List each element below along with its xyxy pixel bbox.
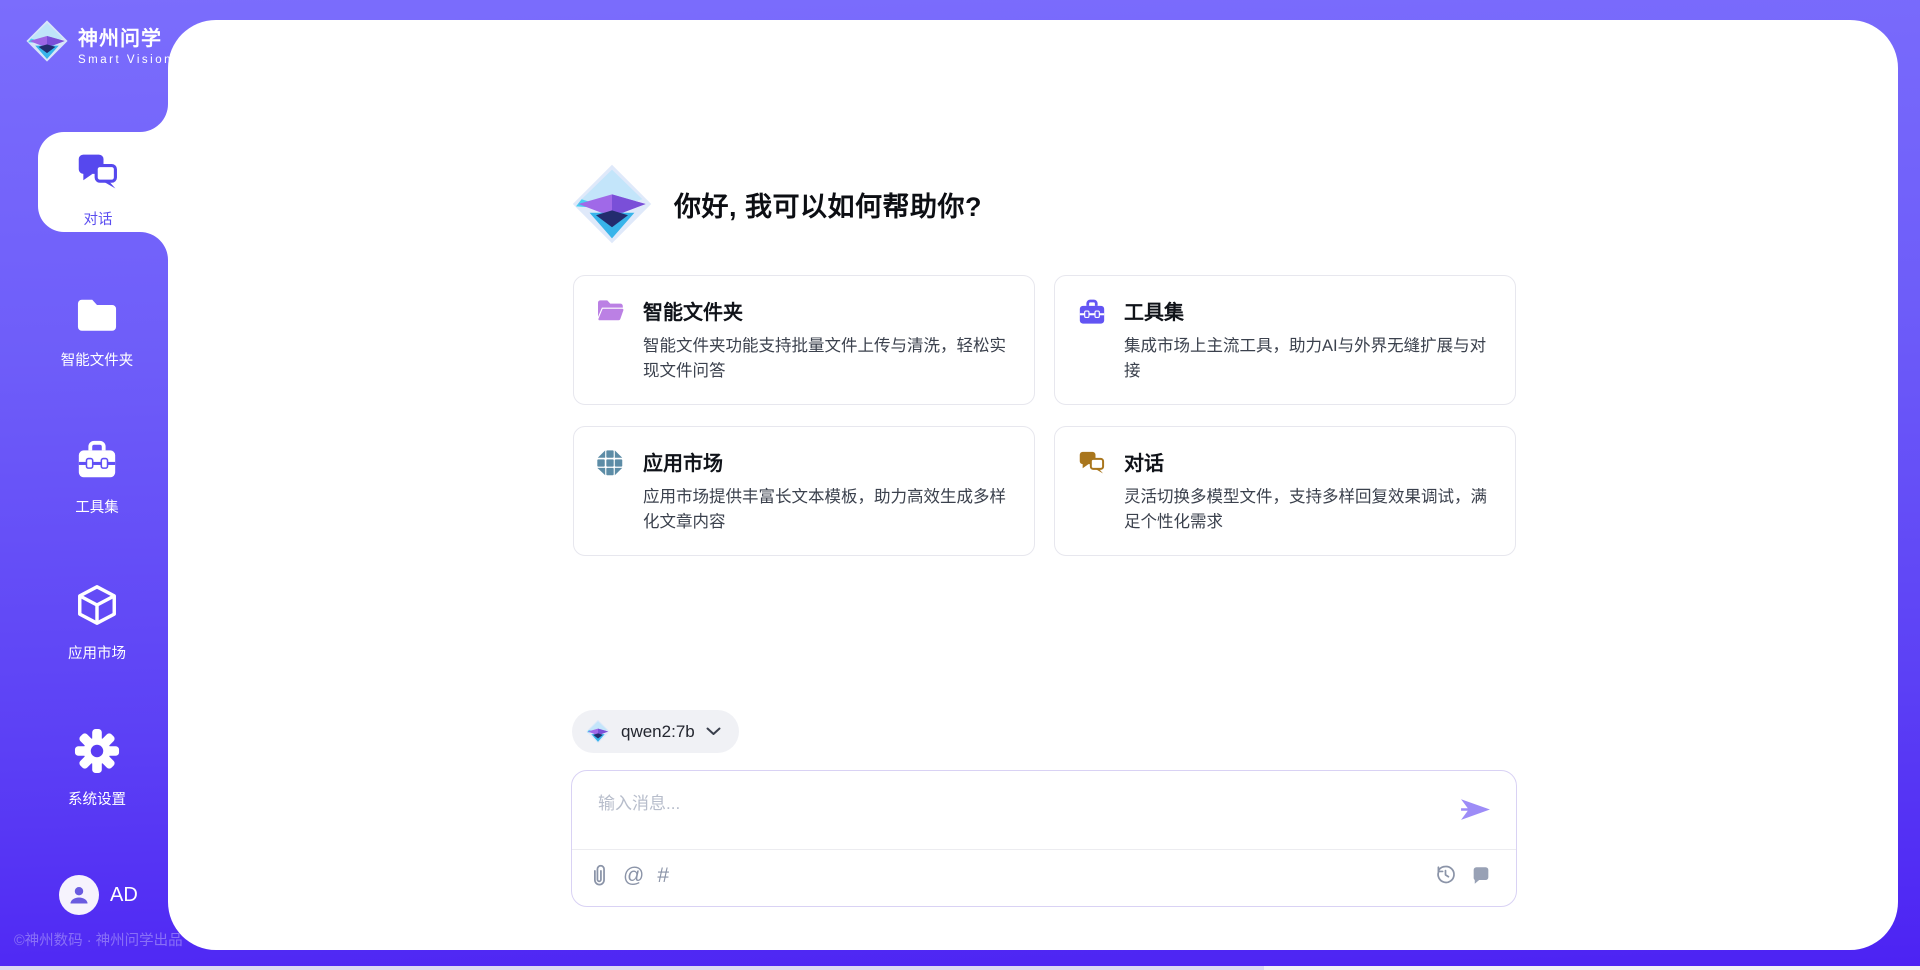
sidebar-item-app-market[interactable]: 应用市场 (0, 582, 194, 663)
card-title: 智能文件夹 (643, 296, 1012, 325)
message-composer: @ # (571, 770, 1517, 907)
toolbox-icon (74, 438, 120, 487)
composer-divider (572, 849, 1516, 850)
toolbox-icon (1077, 298, 1107, 331)
sidebar-item-smart-folder[interactable]: 智能文件夹 (0, 295, 194, 370)
cube-icon (74, 582, 120, 633)
sidebar-item-label: 工具集 (0, 496, 194, 517)
model-name: qwen2:7b (621, 722, 695, 742)
card-description: 应用市场提供丰富长文本模板，助力高效生成多样化文章内容 (643, 485, 1012, 535)
card-title: 对话 (1124, 447, 1493, 476)
mention-icon[interactable]: @ (623, 865, 644, 886)
app-title: 神州问学 (78, 22, 173, 51)
card-description: 集成市场上主流工具，助力AI与外界无缝扩展与对接 (1124, 334, 1493, 384)
chat-bubbles-icon (75, 150, 121, 199)
card-app-market[interactable]: 应用市场 应用市场提供丰富长文本模板，助力高效生成多样化文章内容 (573, 426, 1035, 556)
card-title: 应用市场 (643, 447, 1012, 476)
sidebar-item-label: 应用市场 (0, 642, 194, 663)
folder-open-icon (596, 298, 626, 329)
app-logo: 神州问学 Smart Vision (26, 20, 173, 67)
chat-bubbles-icon (1077, 449, 1107, 482)
folder-icon (74, 295, 120, 340)
sidebar-item-chat[interactable]: 对话 (38, 150, 158, 229)
card-chat[interactable]: 对话 灵活切换多模型文件，支持多样回复效果调试，满足个性化需求 (1054, 426, 1516, 556)
gear-icon (74, 728, 120, 779)
sidebar-item-label: 对话 (38, 208, 158, 229)
greeting-text: 你好, 我可以如何帮助你? (674, 185, 982, 224)
card-smart-folder[interactable]: 智能文件夹 智能文件夹功能支持批量文件上传与清洗，轻松实现文件问答 (573, 275, 1035, 405)
greeting-row: 你好, 我可以如何帮助你? (572, 162, 982, 246)
sidebar-item-label: 系统设置 (0, 788, 194, 809)
message-input[interactable] (598, 789, 1458, 841)
horizontal-scrollbar[interactable] (0, 966, 1920, 970)
user-initials: AD (110, 884, 138, 907)
model-diamond-icon (586, 719, 610, 744)
sidebar-item-settings[interactable]: 系统设置 (0, 728, 194, 809)
copyright-text: ©神州数码 · 神州问学出品 (14, 929, 183, 950)
sidebar-item-toolset[interactable]: 工具集 (0, 438, 194, 517)
model-selector[interactable]: qwen2:7b (572, 710, 739, 753)
person-icon (67, 883, 91, 907)
chevron-down-icon (706, 727, 721, 736)
scrollbar-thumb[interactable] (0, 966, 1264, 970)
card-title: 工具集 (1124, 296, 1493, 325)
card-description: 智能文件夹功能支持批量文件上传与清洗，轻松实现文件问答 (643, 334, 1012, 384)
attachment-icon[interactable] (588, 863, 610, 887)
card-toolset[interactable]: 工具集 集成市场上主流工具，助力AI与外界无缝扩展与对接 (1054, 275, 1516, 405)
hashtag-icon[interactable]: # (657, 865, 669, 886)
user-avatar[interactable] (59, 875, 99, 915)
feedback-bubble-icon[interactable] (1470, 864, 1492, 886)
app-subtitle: Smart Vision (78, 54, 173, 66)
send-icon[interactable] (1459, 797, 1492, 827)
history-icon[interactable] (1434, 863, 1457, 886)
brand-diamond-icon (26, 20, 68, 67)
card-description: 灵活切换多模型文件，支持多样回复效果调试，满足个性化需求 (1124, 485, 1493, 535)
app-market-icon (596, 449, 624, 482)
feature-cards: 智能文件夹 智能文件夹功能支持批量文件上传与清洗，轻松实现文件问答 工具集 集成… (573, 275, 1516, 556)
sidebar-item-label: 智能文件夹 (0, 349, 194, 370)
assistant-diamond-icon (572, 162, 652, 246)
